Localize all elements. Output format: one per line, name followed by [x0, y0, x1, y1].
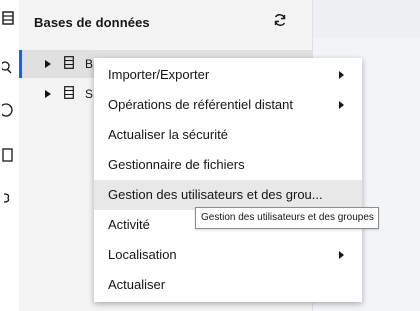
- menu-item-refresh-security[interactable]: Actualiser la sécurité: [94, 120, 362, 150]
- menu-item-label: Gestionnaire de fichiers: [108, 157, 245, 172]
- submenu-arrow-icon: [339, 71, 344, 79]
- menu-item-localization[interactable]: Localisation: [94, 240, 362, 270]
- menu-item-label: Actualiser: [108, 277, 166, 292]
- submenu-arrow-icon: [339, 101, 344, 109]
- database-icon[interactable]: [0, 10, 14, 26]
- menu-item-label: Gestion des utilisateurs et des grou...: [108, 187, 323, 202]
- search-icon[interactable]: [0, 60, 14, 76]
- menu-item-file-manager[interactable]: Gestionnaire de fichiers: [94, 150, 362, 180]
- tooltip: Gestion des utilisateurs et des groupes: [195, 207, 379, 229]
- caret-right-icon[interactable]: [45, 58, 55, 70]
- menu-item-refresh[interactable]: Actualiser: [94, 270, 362, 300]
- icon-rail: [0, 0, 20, 311]
- menu-item-label: Opérations de référentiel distant: [108, 97, 293, 112]
- document-icon[interactable]: [0, 147, 14, 163]
- menu-item-import-export[interactable]: Importer/Exporter: [94, 60, 362, 90]
- menu-item-label: Actualiser la sécurité: [108, 127, 228, 142]
- panel-header: Bases de données: [19, 0, 312, 44]
- clock-icon[interactable]: [0, 102, 14, 118]
- main-header: [313, 0, 420, 38]
- submenu-arrow-icon: [339, 251, 344, 259]
- menu-item-label: Localisation: [108, 247, 177, 262]
- menu-item-user-group-management[interactable]: Gestion des utilisateurs et des grou...: [94, 180, 362, 210]
- caret-right-icon[interactable]: [45, 88, 55, 100]
- refresh-button[interactable]: [270, 12, 290, 32]
- context-menu: Importer/Exporter Opérations de référent…: [94, 58, 362, 302]
- menu-item-remote-repository-operations[interactable]: Opérations de référentiel distant: [94, 90, 362, 120]
- database-icon: [64, 86, 76, 100]
- menu-item-label: Activité: [108, 217, 150, 232]
- refresh-icon: [273, 13, 287, 32]
- menu-item-label: Importer/Exporter: [108, 67, 210, 82]
- panel-title: Bases de données: [34, 15, 150, 30]
- database-icon: [64, 56, 76, 70]
- settings-icon[interactable]: [0, 190, 14, 206]
